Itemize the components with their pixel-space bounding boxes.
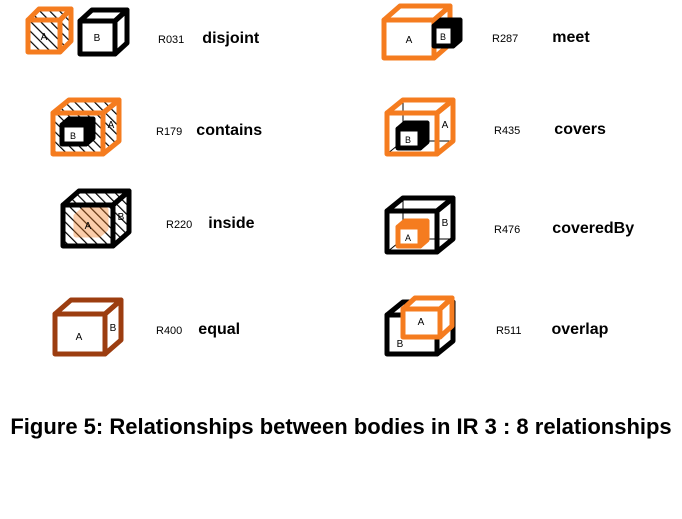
relationship-code: R476 bbox=[494, 224, 521, 236]
cube-label-a: A bbox=[406, 35, 413, 46]
glyph-coveredby: B A bbox=[382, 190, 478, 266]
figure-container: A B R031 disjoint A B R287 meet A B R179… bbox=[0, 0, 682, 519]
cube-label-b: B bbox=[442, 218, 449, 229]
cube-label-b: B bbox=[405, 135, 411, 145]
relationship-code: R511 bbox=[496, 325, 522, 337]
cube-label-b: B bbox=[397, 339, 404, 350]
relationship-code: R287 bbox=[492, 33, 519, 45]
relationship-code: R220 bbox=[166, 219, 193, 231]
glyph-contains: A B bbox=[48, 96, 144, 164]
cube-label-a: A bbox=[442, 120, 449, 131]
relationship-item-covers: A B R435 covers bbox=[382, 96, 606, 164]
glyph-equal: A B bbox=[50, 292, 142, 364]
cube-label-b: B bbox=[70, 131, 76, 141]
relationship-name: equal bbox=[198, 321, 241, 338]
cube-label-a: A bbox=[418, 317, 425, 328]
relationship-name: inside bbox=[208, 215, 255, 232]
relationship-name: overlap bbox=[551, 321, 609, 338]
relationship-item-equal: A B R400 equal bbox=[50, 292, 240, 364]
relationship-item-contains: A B R179 contains bbox=[48, 96, 262, 164]
relationship-code: R179 bbox=[156, 126, 183, 138]
relationship-name: contains bbox=[196, 122, 263, 139]
cube-label-b: B bbox=[118, 212, 125, 223]
glyph-disjoint: A B bbox=[22, 4, 140, 62]
cube-label-a: A bbox=[405, 233, 411, 243]
figure-caption: Figure 5: Relationships between bodies i… bbox=[10, 414, 672, 439]
relationship-item-meet: A B R287 meet bbox=[378, 2, 590, 64]
cube-label-a: A bbox=[108, 120, 115, 131]
cube-label-b: B bbox=[440, 32, 446, 42]
relationship-item-inside: A B R220 inside bbox=[58, 186, 255, 258]
relationship-code: R435 bbox=[494, 125, 521, 137]
relationship-item-disjoint: A B R031 disjoint bbox=[22, 4, 259, 62]
cube-label-a: A bbox=[41, 32, 48, 43]
relationship-item-coveredby: B A R476 coveredBy bbox=[382, 190, 634, 266]
relationship-name: meet bbox=[552, 29, 590, 46]
cube-label-b: B bbox=[94, 33, 101, 44]
cube-label-a: A bbox=[76, 332, 83, 343]
cube-label-a: A bbox=[85, 221, 92, 232]
relationship-name: disjoint bbox=[202, 30, 260, 47]
relationship-code: R031 bbox=[158, 34, 185, 46]
glyph-meet: A B bbox=[378, 2, 478, 64]
glyph-covers: A B bbox=[382, 96, 478, 164]
relationship-name: covers bbox=[554, 121, 606, 138]
relationship-code: R400 bbox=[156, 325, 183, 337]
relationship-name: coveredBy bbox=[552, 220, 635, 237]
glyph-inside: A B bbox=[58, 186, 154, 258]
relationship-item-overlap: B A R511 overlap bbox=[382, 288, 608, 364]
glyph-overlap: B A bbox=[382, 288, 478, 364]
cube-label-b: B bbox=[110, 323, 117, 334]
